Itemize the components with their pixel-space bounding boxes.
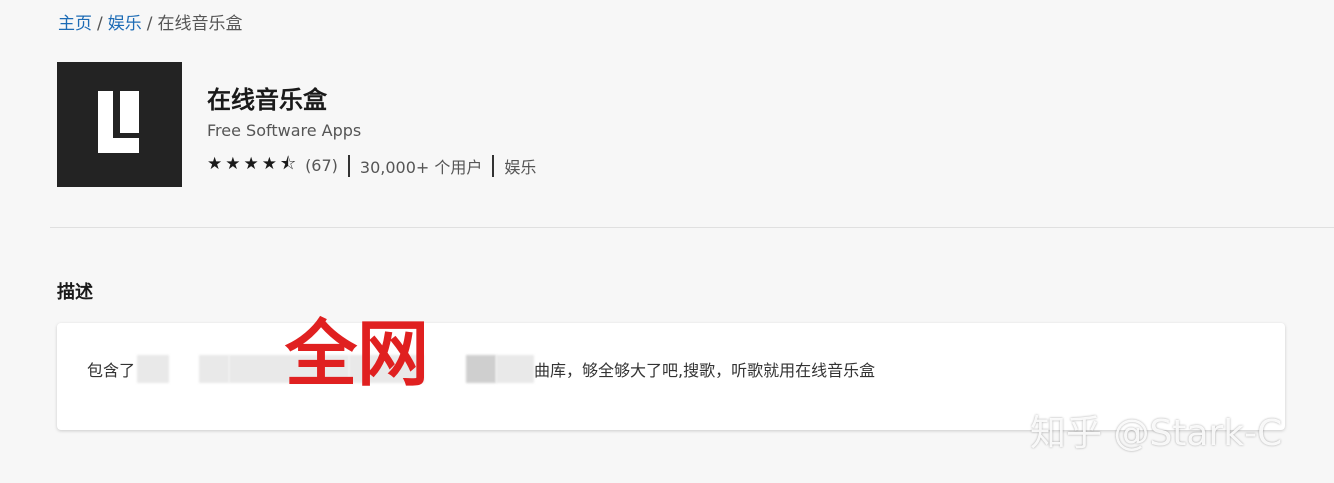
- section-divider: [50, 227, 1334, 228]
- breadcrumb: 主页 / 娱乐 / 在线音乐盒: [58, 9, 242, 34]
- breadcrumb-home-link[interactable]: 主页: [58, 14, 92, 34]
- rating-count[interactable]: (67): [305, 156, 338, 175]
- redacted-block: [496, 355, 535, 383]
- app-logo-icon: [57, 62, 182, 187]
- description-prefix: 包含了: [87, 361, 136, 380]
- description-text: 包含了 曲库，够全够大了吧,搜歌，听歌就用在线音乐盒: [87, 355, 875, 383]
- watermark: 知乎 @Stark-C: [1030, 413, 1283, 454]
- redacted-block: [466, 355, 497, 383]
- app-meta: ★★★★⯪ (67) 30,000+ 个用户 娱乐: [207, 151, 536, 180]
- app-title: 在线音乐盒: [207, 86, 327, 114]
- app-category-link[interactable]: 娱乐: [504, 154, 536, 178]
- breadcrumb-current: 在线音乐盒: [157, 14, 243, 34]
- app-logo-graphic: [98, 91, 139, 153]
- overlay-annotation: 全网: [285, 312, 430, 396]
- breadcrumb-separator: /: [97, 14, 103, 34]
- redacted-block: [199, 355, 230, 383]
- user-count: 30,000+ 个用户: [359, 157, 483, 177]
- app-publisher-link[interactable]: Free Software Apps: [207, 121, 361, 140]
- breadcrumb-category-link[interactable]: 娱乐: [108, 14, 142, 34]
- description-heading: 描述: [57, 282, 93, 303]
- description-suffix: 曲库，够全够大了吧,搜歌，听歌就用在线音乐盒: [534, 361, 876, 380]
- redacted-block: [137, 355, 170, 383]
- breadcrumb-separator: /: [146, 14, 153, 34]
- rating-stars-icon: ★★★★⯪: [207, 154, 300, 174]
- meta-divider: [347, 154, 350, 177]
- meta-divider: [492, 154, 495, 177]
